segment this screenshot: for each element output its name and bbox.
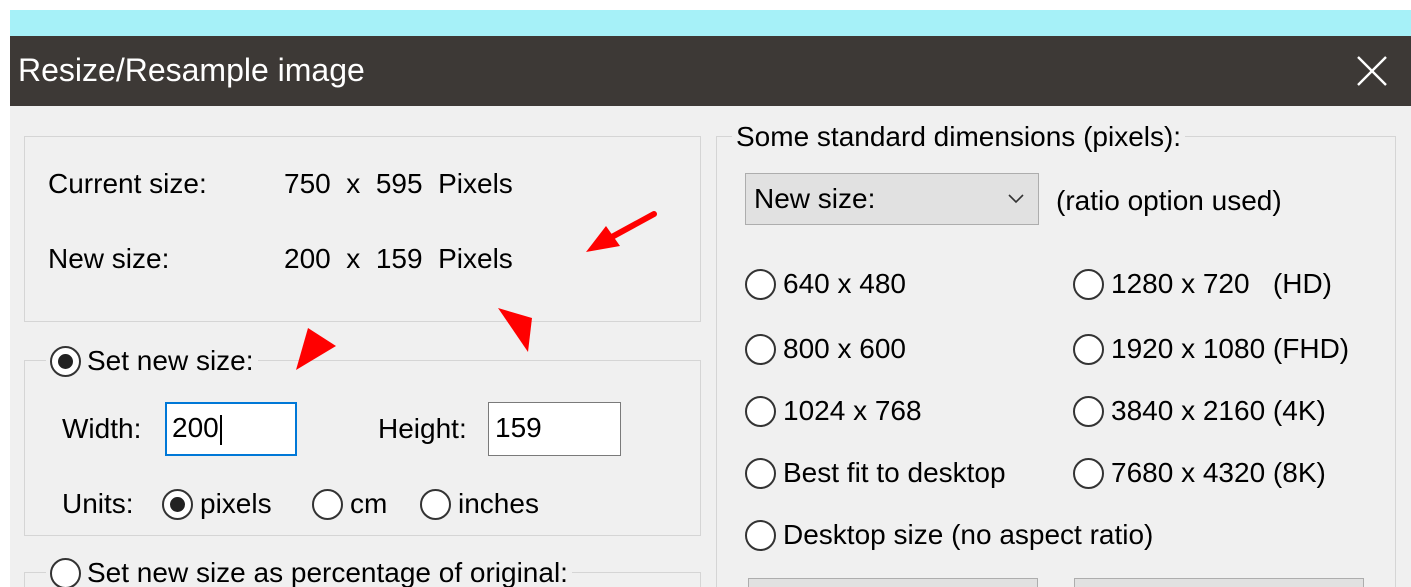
preset-800-option[interactable]: 800 x 600 (745, 332, 906, 366)
preset-1024-option[interactable]: 1024 x 768 (745, 394, 922, 428)
preset-1024-label: 1024 x 768 (783, 395, 922, 426)
unit-inches-label: inches (458, 488, 539, 519)
new-size-label: New size: (48, 243, 170, 274)
dialog-button-right[interactable] (1074, 578, 1364, 587)
top-margin (0, 0, 1411, 10)
preset-7680-radio[interactable] (1073, 457, 1104, 489)
new-size-dropdown-value: New size: (754, 183, 876, 214)
annotation-arrow-set-size (296, 328, 336, 370)
annotation-arrow-height (498, 308, 532, 352)
preset-1280-label: 1280 x 720 (HD) (1111, 268, 1332, 299)
preset-3840-option[interactable]: 3840 x 2160 (4K) (1073, 394, 1326, 428)
preset-desktop-option[interactable]: Desktop size (no aspect ratio) (745, 518, 1153, 552)
resize-dialog: Resize/Resample image Current size: 750 … (10, 10, 1411, 587)
current-size-value: 750 x 595 Pixels (284, 168, 513, 199)
preset-desktop-radio[interactable] (745, 519, 776, 551)
preset-640-option[interactable]: 640 x 480 (745, 267, 906, 301)
units-label: Units: (62, 488, 134, 519)
annotation-arrow-new-size (586, 211, 657, 252)
preset-800-label: 800 x 600 (783, 333, 906, 364)
height-field[interactable]: 159 (488, 402, 621, 456)
set-size-option[interactable]: Set new size: (46, 344, 258, 378)
height-value: 159 (495, 412, 542, 443)
percentage-option[interactable]: Set new size as percentage of original: (46, 556, 572, 587)
preset-640-radio[interactable] (745, 268, 776, 300)
current-size-label: Current size: (48, 168, 207, 199)
preset-3840-radio[interactable] (1073, 395, 1104, 427)
preset-1280-radio[interactable] (1073, 268, 1104, 300)
preset-7680-label: 7680 x 4320 (8K) (1111, 457, 1326, 488)
preset-1920-option[interactable]: 1920 x 1080 (FHD) (1073, 332, 1349, 366)
new-size-value: 200 x 159 Pixels (284, 243, 513, 274)
dialog-button-left[interactable] (748, 578, 1038, 587)
percentage-radio[interactable] (50, 557, 81, 587)
unit-pixels-label: pixels (200, 488, 272, 519)
set-size-label: Set new size: (87, 345, 254, 376)
unit-inches-radio[interactable] (420, 488, 451, 520)
chevron-down-icon (1008, 174, 1024, 224)
percentage-label: Set new size as percentage of original: (87, 557, 568, 587)
height-label: Height: (378, 413, 467, 444)
preset-800-radio[interactable] (745, 333, 776, 365)
width-value: 200 (172, 412, 219, 443)
dialog-body: Current size: 750 x 595 Pixels New size:… (10, 106, 1411, 587)
preset-bestfit-option[interactable]: Best fit to desktop (745, 456, 1006, 490)
preset-1280-option[interactable]: 1280 x 720 (HD) (1073, 267, 1332, 301)
width-field[interactable]: 200 (165, 402, 297, 456)
unit-cm-label: cm (350, 488, 388, 519)
unit-pixels-radio[interactable] (162, 488, 193, 520)
preset-bestfit-label: Best fit to desktop (783, 457, 1006, 488)
width-label: Width: (62, 413, 142, 444)
preset-1920-radio[interactable] (1073, 333, 1104, 365)
preset-640-label: 640 x 480 (783, 268, 906, 299)
close-button[interactable] (1333, 36, 1411, 106)
set-size-radio[interactable] (50, 345, 81, 377)
unit-cm-radio[interactable] (312, 488, 343, 520)
preset-7680-option[interactable]: 7680 x 4320 (8K) (1073, 456, 1326, 490)
preset-1920-label: 1920 x 1080 (FHD) (1111, 333, 1350, 364)
title-bar[interactable]: Resize/Resample image (10, 36, 1411, 106)
preset-desktop-label: Desktop size (no aspect ratio) (783, 519, 1154, 550)
ratio-note: (ratio option used) (1056, 185, 1282, 216)
unit-inches-option[interactable]: inches (420, 487, 539, 521)
standard-dimensions-title: Some standard dimensions (pixels): (732, 120, 1186, 154)
close-icon (1357, 56, 1387, 86)
preset-bestfit-radio[interactable] (745, 457, 776, 489)
dialog-title: Resize/Resample image (18, 52, 365, 88)
unit-pixels-option[interactable]: pixels (162, 487, 272, 521)
preset-3840-label: 3840 x 2160 (4K) (1111, 395, 1326, 426)
unit-cm-option[interactable]: cm (312, 487, 387, 521)
preset-1024-radio[interactable] (745, 395, 776, 427)
new-size-dropdown[interactable]: New size: (745, 173, 1039, 225)
